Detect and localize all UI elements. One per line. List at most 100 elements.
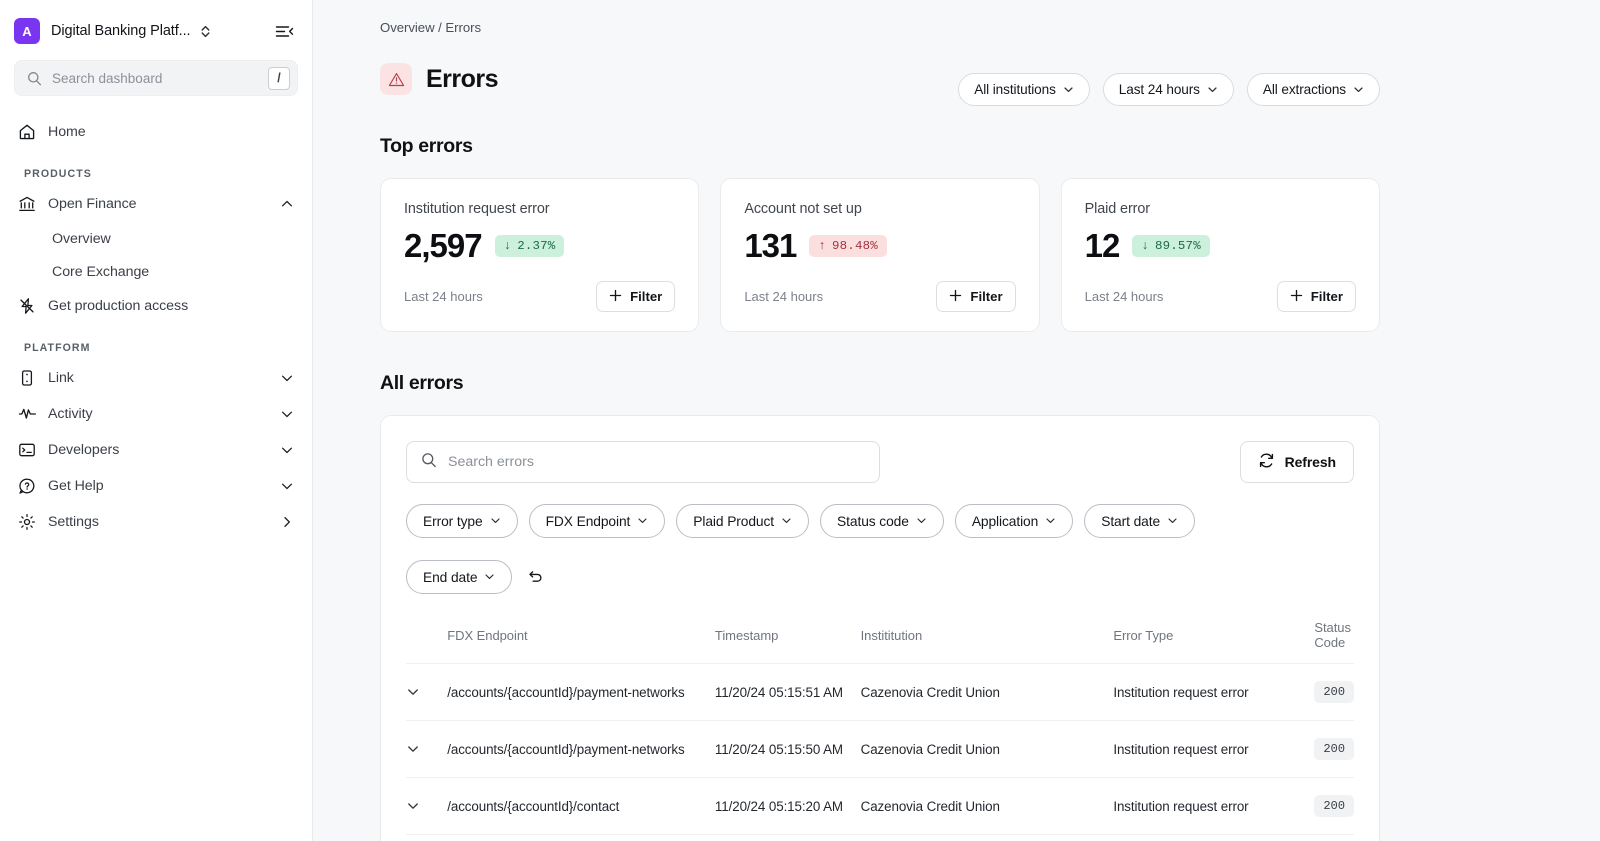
activity-pulse-icon [18,405,40,423]
sidebar-item-label: Settings [48,514,99,530]
metric-delta-value: 98.48% [832,238,878,253]
metric-value: 12 [1084,227,1121,264]
sidebar-subitem-label: Core Exchange [52,263,150,280]
sidebar-item-label: Get production access [48,298,189,314]
chevron-right-icon[interactable] [280,515,294,529]
chip-plaid-product[interactable]: Plaid Product [676,504,810,538]
filter-time-range[interactable]: Last 24 hours [1102,73,1234,106]
global-filter-group: All institutions Last 24 hours All extra… [958,73,1380,106]
col-error-type: Error Type [1113,627,1174,643]
chevron-down-icon [490,514,501,529]
sidebar-item-open-finance[interactable]: Open Finance [10,186,302,222]
sidebar-item-label: Get Help [48,478,104,494]
expand-cell [406,777,448,835]
arrow-down-icon: ↓ [503,238,512,253]
section-title-top-errors: Top errors [380,135,473,157]
chevron-down-icon [1167,514,1178,529]
question-chat-icon [18,477,40,495]
chevron-up-icon[interactable] [280,197,294,211]
bolt-icon [18,297,40,315]
cell-timestamp: 11/20/24 05:15:17 AM [714,834,861,841]
arrow-down-icon: ↓ [1141,238,1150,253]
chevron-down-icon[interactable] [280,479,294,493]
chevron-down-icon [637,514,648,529]
sidebar-item-core-exchange[interactable]: Core Exchange [10,255,302,288]
errors-table-body: /accounts/{accountId}/payment-networks 1… [406,663,1354,841]
cell-institution: Cazenovia Credit Union [860,720,1114,778]
plus-icon [609,289,622,305]
chevron-down-icon[interactable] [406,685,447,699]
cell-timestamp: 11/20/24 05:15:51 AM [714,663,861,721]
sidebar-item-label: Open Finance [48,196,137,212]
chevron-down-icon [484,570,495,585]
search-errors-input[interactable]: Search errors [406,441,880,483]
cell-timestamp: 11/20/24 05:15:20 AM [714,777,861,835]
sidebar-item-activity[interactable]: Activity [10,396,302,432]
refresh-button[interactable]: Refresh [1239,441,1354,483]
cell-error-type: Institution request error [1113,777,1315,835]
sidebar-item-home[interactable]: Home [10,114,302,150]
table-header-row: FDX Endpoint Timestamp Instititution Err… [406,620,1354,664]
table-row[interactable]: /accounts/{accountId}/payment-networks 1… [406,834,1354,841]
reset-filters-button[interactable] [523,569,548,586]
sidebar-item-get-help[interactable]: Get Help [10,468,302,504]
sidebar-item-get-production-access[interactable]: Get production access [10,288,302,324]
chevron-down-icon [1063,84,1074,95]
chevron-up-down-icon [201,25,210,37]
filter-all-institutions[interactable]: All institutions [958,73,1090,106]
chevron-down-icon[interactable] [280,407,294,421]
chip-start-date[interactable]: Start date [1084,504,1196,538]
sidebar-item-settings[interactable]: Settings [10,504,302,540]
card-filter-button[interactable]: Filter [596,281,676,312]
org-switcher-button[interactable] [199,24,212,39]
warning-triangle-icon [380,63,412,95]
col-timestamp: Timestamp [714,627,779,643]
cell-endpoint: /accounts/{accountId}/payment-networks [447,834,715,841]
all-errors-panel: Search errors Refresh Error type FDX End… [380,415,1380,841]
filter-all-extractions[interactable]: All extractions [1246,73,1380,106]
sidebar-section-products: PRODUCTS [24,168,92,180]
table-row[interactable]: /accounts/{accountId}/payment-networks 1… [406,720,1354,778]
sidebar-search-wrap: Search dashboard / [0,48,312,96]
chevron-down-icon[interactable] [406,799,447,813]
bank-icon [18,195,40,213]
sidebar-item-label: Link [48,370,74,386]
search-input[interactable]: Search dashboard / [14,60,298,96]
chevron-down-icon [1045,514,1056,529]
card-filter-button[interactable]: Filter [936,281,1016,312]
sidebar-item-overview[interactable]: Overview [10,222,302,255]
cell-endpoint: /accounts/{accountId}/payment-networks [447,720,715,778]
chip-error-type[interactable]: Error type [406,504,518,538]
search-icon [421,452,437,473]
status-badge: 200 [1314,681,1354,703]
metric-period: Last 24 hours [404,289,483,304]
collapse-sidebar-button[interactable] [275,23,298,40]
sidebar-nav: Home PRODUCTS Open Finance Overview Core… [0,96,312,540]
sidebar-section-platform: PLATFORM [24,342,91,354]
chevron-down-icon [781,514,792,529]
metric-card: Plaid error 12 ↓ 89.57% Last 24 hours Fi… [1060,178,1380,332]
sidebar-item-link[interactable]: Link [10,360,302,396]
chevron-down-icon[interactable] [406,742,447,756]
plus-icon [1290,289,1303,305]
sidebar-item-developers[interactable]: Developers [10,432,302,468]
breadcrumb[interactable]: Overview / Errors [380,20,1600,35]
cell-status-code: 200 [1314,663,1354,721]
chevron-down-icon[interactable] [280,371,294,385]
main-content: Overview / Errors Errors All institution… [313,0,1600,841]
chip-fdx-endpoint[interactable]: FDX Endpoint [528,504,666,538]
chip-status-code[interactable]: Status code [820,504,944,538]
chevron-down-icon[interactable] [280,443,294,457]
chip-label: Plaid Product [693,513,775,529]
card-filter-button[interactable]: Filter [1276,281,1356,312]
plus-icon [949,289,962,305]
errors-table-head: FDX Endpoint Timestamp Instititution Err… [406,620,1354,664]
cell-error-type: Institution request error [1113,834,1315,841]
sidebar: A Digital Banking Platf... Search dashbo… [0,0,313,841]
chip-label: Error type [423,513,483,529]
expand-cell [406,720,448,778]
table-row[interactable]: /accounts/{accountId}/contact 11/20/24 0… [406,777,1354,835]
table-row[interactable]: /accounts/{accountId}/payment-networks 1… [406,663,1354,721]
chip-application[interactable]: Application [954,504,1074,538]
chip-end-date[interactable]: End date [406,560,513,594]
